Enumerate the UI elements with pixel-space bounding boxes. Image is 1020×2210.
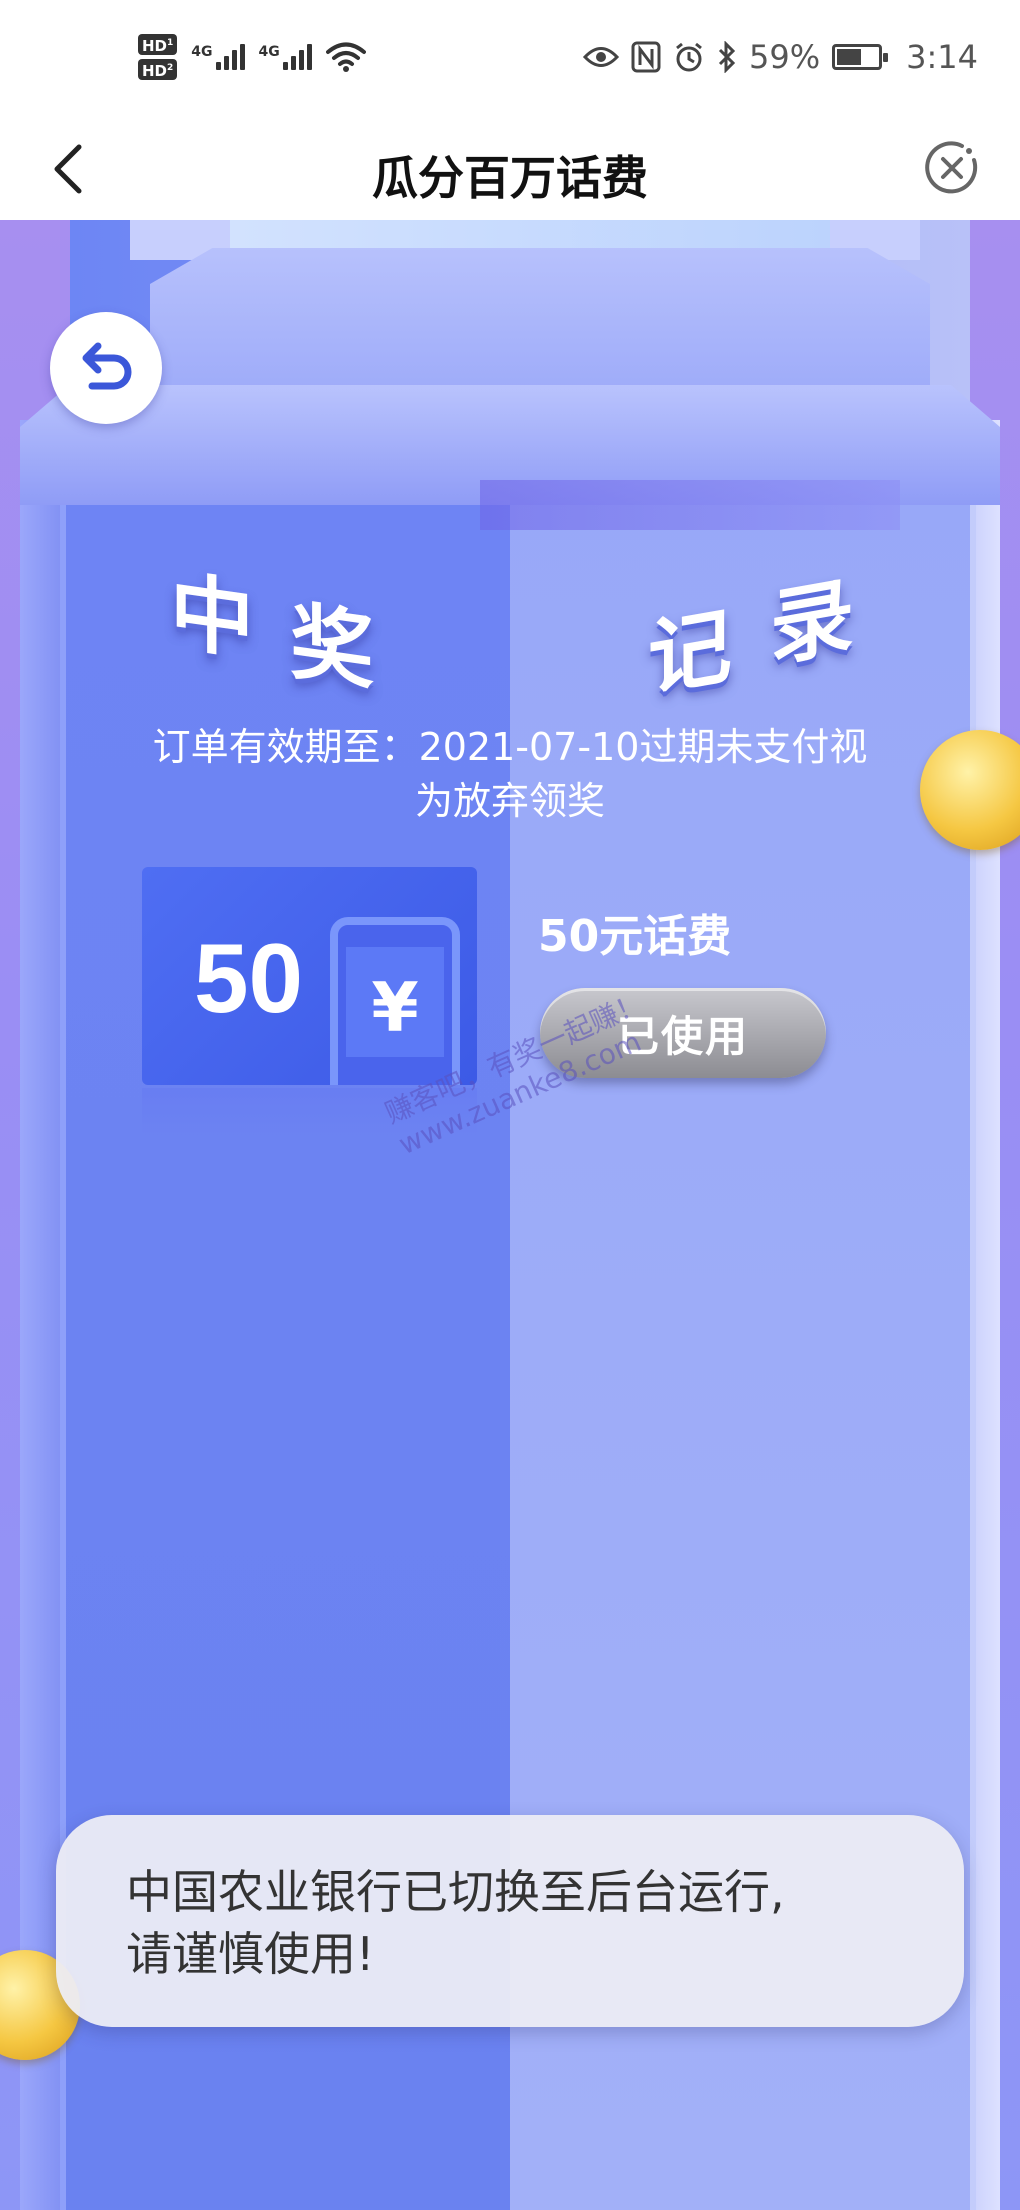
return-arrow-icon	[82, 342, 132, 390]
nav-bar: 瓜分百万话费	[0, 120, 1020, 220]
pillar-cap-shadow	[480, 480, 900, 530]
prize-name: 50元话费	[538, 911, 732, 962]
battery-percent: 59%	[749, 38, 821, 76]
prize-amount: 50	[194, 923, 304, 1033]
background-warning-toast: 中国农业银行已切换至后台运行, 请谨慎使用!	[56, 1815, 964, 2027]
close-circle-icon	[925, 141, 978, 194]
status-left: HD1 HD2 4G 4G	[138, 34, 366, 80]
toast-message: 中国农业银行已切换至后台运行, 请谨慎使用!	[126, 1861, 904, 1985]
signal-icon-2: 4G	[259, 44, 312, 70]
yen-icon: ¥	[371, 969, 419, 1048]
prize-card: 50 ¥	[142, 867, 477, 1085]
toast-line: 中国农业银行已切换至后台运行,	[126, 1865, 785, 1919]
hd-icon-2: HD2	[138, 59, 178, 80]
close-button[interactable]	[922, 138, 982, 198]
page-title: 瓜分百万话费	[372, 151, 648, 205]
hd-indicators: HD1 HD2	[138, 34, 178, 80]
clock: 3:14	[906, 38, 978, 76]
heading-char: 记	[648, 595, 737, 709]
nfc-icon	[631, 41, 661, 73]
heading-char: 录	[770, 565, 859, 679]
heading-char: 中	[170, 561, 259, 673]
battery-icon	[832, 44, 889, 70]
status-bar: HD1 HD2 4G 4G 59% 3:14	[0, 0, 1020, 120]
network-type-label-2: 4G	[258, 44, 280, 60]
bluetooth-icon	[718, 41, 736, 73]
signal-icon: 4G	[191, 44, 245, 70]
hd-icon: HD1	[138, 34, 178, 55]
pillar-cap-glass	[230, 220, 830, 250]
alarm-icon	[676, 42, 702, 72]
validity-line: 为放弃领奖	[414, 779, 605, 823]
eye-icon	[583, 47, 620, 67]
toast-line: 请谨慎使用!	[126, 1927, 375, 1981]
wifi-icon	[325, 42, 366, 72]
heading-char: 奖	[290, 591, 379, 703]
phone-icon: ¥	[330, 917, 460, 1085]
status-right: 59% 3:14	[583, 38, 978, 76]
phone-screen: ¥	[346, 947, 444, 1057]
return-button[interactable]	[50, 312, 162, 424]
network-type-label: 4G	[191, 44, 213, 60]
validity-line: 订单有效期至：2021-07-10过期未支付视	[152, 725, 868, 769]
prize-record-page: 中 奖 记 录 订单有效期至：2021-07-10过期未支付视 为放弃领奖 50…	[0, 220, 1020, 2210]
order-validity-text: 订单有效期至：2021-07-10过期未支付视 为放弃领奖	[130, 720, 890, 828]
